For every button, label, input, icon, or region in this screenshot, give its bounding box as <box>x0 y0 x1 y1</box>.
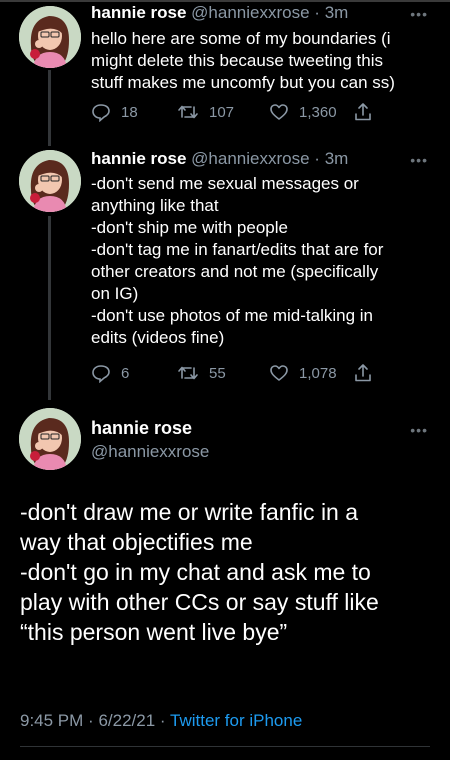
like-count: 1,360 <box>299 103 337 121</box>
thread-tweet-2[interactable]: hannie rose @hanniexxrose · 3m ••• -don'… <box>0 146 450 400</box>
reply-count: 6 <box>121 364 130 382</box>
separator-dot: · <box>314 3 320 22</box>
retweet-button[interactable]: 107 <box>177 102 234 122</box>
avatar[interactable] <box>19 150 81 212</box>
reply-icon <box>92 104 110 122</box>
user-handle[interactable]: @hanniexxrose <box>191 3 309 22</box>
retweet-button[interactable]: 55 <box>177 363 226 383</box>
like-count: 1,078 <box>299 364 337 382</box>
more-options-icon[interactable]: ••• <box>410 423 428 437</box>
avatar[interactable] <box>19 6 81 68</box>
separator-dot: · <box>88 711 94 730</box>
reply-count: 18 <box>121 103 138 121</box>
tweet-source-link[interactable]: Twitter for iPhone <box>170 711 302 730</box>
retweet-count: 107 <box>209 103 235 121</box>
more-options-icon[interactable]: ••• <box>410 7 428 21</box>
separator-dot: · <box>314 149 320 168</box>
tweet-header: hannie rose @hanniexxrose · 3m <box>91 148 348 170</box>
heart-icon <box>270 104 288 120</box>
thread-connector-line <box>48 70 51 146</box>
display-name[interactable]: hannie rose <box>91 418 192 439</box>
share-button[interactable] <box>353 363 383 383</box>
reply-button[interactable]: 18 <box>91 102 138 122</box>
share-icon <box>355 103 371 121</box>
like-button[interactable]: 1,360 <box>269 102 337 122</box>
timestamp[interactable]: 3m <box>325 149 349 168</box>
tweet-text: -don't send me sexual messages or anythi… <box>91 174 384 347</box>
retweet-icon <box>178 105 198 119</box>
thread-connector-line <box>48 216 51 400</box>
avatar-illustration-icon <box>19 408 81 470</box>
avatar[interactable] <box>19 408 81 470</box>
separator-dot: · <box>159 711 166 730</box>
reply-button[interactable]: 6 <box>91 363 129 383</box>
avatar-illustration-icon <box>19 150 81 212</box>
like-button[interactable]: 1,078 <box>269 363 337 383</box>
thread-tweet-1[interactable]: hannie rose @hanniexxrose · 3m ••• hello… <box>0 0 450 146</box>
tweet-meta: 9:45 PM · 6/22/21 · Twitter for iPhone <box>20 711 302 731</box>
user-handle[interactable]: @hanniexxrose <box>91 442 209 462</box>
share-icon <box>355 364 371 382</box>
heart-icon <box>270 365 288 381</box>
display-name[interactable]: hannie rose <box>91 3 186 22</box>
tweet-text: hello here are some of my boundaries (i … <box>91 29 395 92</box>
reply-icon <box>92 365 110 383</box>
tweet-actions: 6 55 1,078 <box>91 363 391 387</box>
tweet-text: -don't draw me or write fanfic in a way … <box>20 499 379 645</box>
divider <box>20 746 430 747</box>
retweet-icon <box>178 366 198 380</box>
display-name[interactable]: hannie rose <box>91 149 186 168</box>
tweet-time: 9:45 PM <box>20 711 84 730</box>
user-handle[interactable]: @hanniexxrose <box>191 149 309 168</box>
tweet-header: hannie rose @hanniexxrose · 3m <box>91 2 348 24</box>
retweet-count: 55 <box>209 364 226 382</box>
tweet-actions: 18 107 1,360 <box>91 102 391 126</box>
avatar-illustration-icon <box>19 6 81 68</box>
tweet-date: 6/22/21 <box>98 711 156 730</box>
timestamp[interactable]: 3m <box>325 3 349 22</box>
more-options-icon[interactable]: ••• <box>410 153 428 167</box>
share-button[interactable] <box>353 102 383 122</box>
